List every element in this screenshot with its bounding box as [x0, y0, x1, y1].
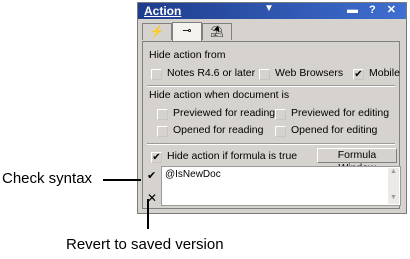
tab-advanced[interactable]: ⛱ [202, 23, 232, 40]
callout-line-check-syntax [103, 179, 141, 181]
checkbox-notes-r46[interactable] [151, 69, 162, 80]
tab-hide-when[interactable]: ⊸ [172, 22, 202, 41]
divider [147, 143, 395, 145]
formula-editor[interactable]: @IsNewDoc ▲ ▼ [161, 166, 401, 206]
hide-when-icon: ⊸ [182, 25, 192, 37]
label-mobile: Mobile [369, 67, 400, 79]
callout-line-revert [147, 199, 149, 229]
tab-content: Hide action from Notes R4.6 or later Web… [142, 41, 401, 209]
scroll-up-icon[interactable]: ▲ [388, 168, 399, 178]
label-notes-r46: Notes R4.6 or later [167, 67, 256, 79]
checkbox-web-browsers[interactable] [259, 69, 270, 80]
vertical-scrollbar[interactable]: ▲ ▼ [388, 168, 399, 204]
action-properties-panel: Action ▼ ▬ ? ✕ ⚡ ⊸ ⛱ Hide action from No… [137, 2, 407, 214]
label-previewed-reading: Previewed for reading [173, 107, 276, 119]
title-buttons[interactable]: ▬ ? ✕ [347, 3, 400, 16]
hide-when-doc-heading: Hide action when document is [149, 89, 290, 101]
label-opened-reading: Opened for reading [173, 124, 264, 136]
label-opened-editing: Opened for editing [291, 124, 378, 136]
advanced-icon: ⛱ [210, 26, 224, 38]
check-syntax-icon[interactable]: ✔ [147, 169, 156, 182]
checkbox-mobile[interactable]: ✔ [353, 69, 364, 80]
checkbox-opened-reading[interactable] [157, 126, 168, 137]
callout-check-syntax: Check syntax [2, 170, 93, 187]
revert-icon[interactable]: ✕ [147, 191, 157, 205]
scroll-down-icon[interactable]: ▼ [388, 194, 399, 204]
checkbox-previewed-reading[interactable] [157, 109, 168, 120]
callout-revert: Revert to saved version [66, 236, 224, 253]
title-bar: Action ▼ ▬ ? ✕ [138, 3, 406, 19]
tab-basics[interactable]: ⚡ [142, 23, 172, 40]
label-previewed-editing: Previewed for editing [291, 107, 390, 119]
formula-text: @IsNewDoc [165, 169, 221, 180]
checkbox-hide-if-formula[interactable]: ✔ [151, 152, 162, 163]
checkbox-opened-editing[interactable] [275, 126, 286, 137]
chevron-down-icon[interactable]: ▼ [264, 3, 274, 14]
panel-title: Action [144, 4, 182, 18]
formula-window-button[interactable]: Formula Window [317, 148, 397, 174]
label-web-browsers: Web Browsers [275, 67, 344, 79]
label-hide-if-formula: Hide action if formula is true [167, 150, 298, 162]
hide-from-heading: Hide action from [149, 49, 226, 61]
lightning-icon: ⚡ [150, 26, 164, 38]
divider [147, 85, 395, 87]
checkbox-previewed-editing[interactable] [275, 109, 286, 120]
